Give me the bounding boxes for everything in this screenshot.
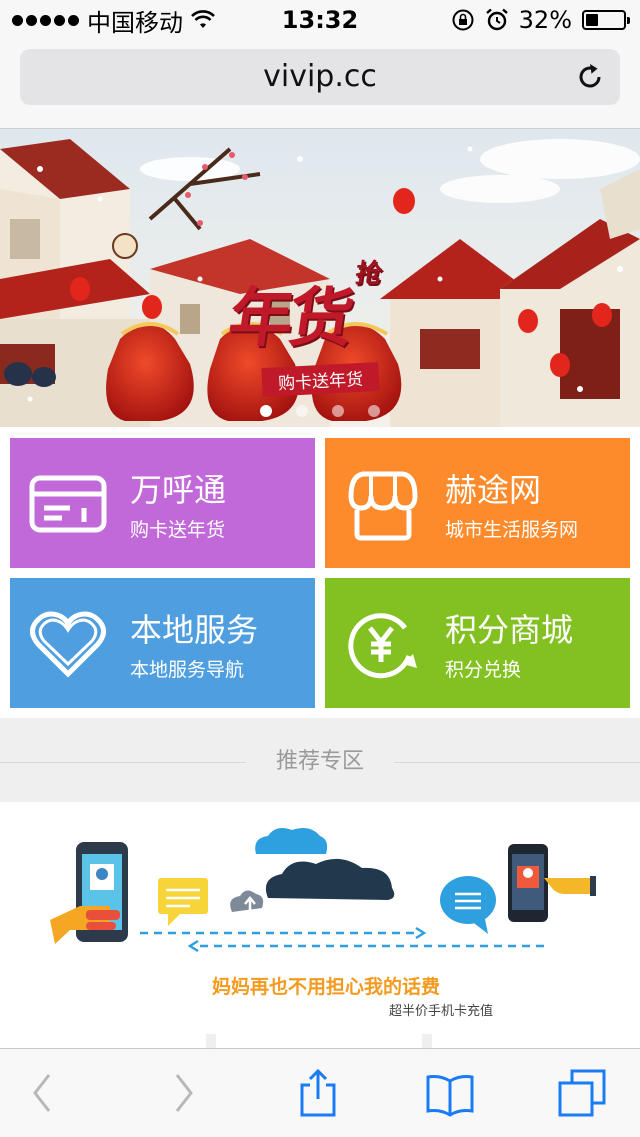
tile-points-mall[interactable]: 积分商城 积分兑换 [325,578,630,708]
rotation-lock-icon [452,9,474,31]
reload-icon[interactable] [574,61,606,93]
tabs-icon[interactable] [556,1067,608,1119]
battery-icon [582,10,630,30]
promo-caption: 妈妈再也不用担心我的话费 [212,976,441,998]
battery-percent: 32% [518,6,572,34]
alarm-icon [485,8,508,31]
bookmarks-icon[interactable] [424,1067,476,1119]
back-icon[interactable] [17,1067,69,1119]
promo-illustration [50,828,596,953]
card-icon [29,475,107,533]
browser-top-bar: vivip.cc [0,40,640,129]
address-bar[interactable]: vivip.cc [20,49,620,105]
tile-subtitle: 城市生活服务网 [445,519,579,541]
carousel-indicator[interactable] [0,405,640,417]
recommended-section-header: 推荐专区 [0,718,640,802]
section-title: 推荐专区 [246,746,394,778]
banner-carousel[interactable]: 年货 抢 购卡送年货 [0,129,640,427]
tile-hetuwang[interactable]: 赫途网 城市生活服务网 [325,438,630,568]
carousel-dot[interactable] [260,405,272,417]
tile-title: 本地服务 [130,611,259,649]
tile-title: 赫途网 [445,471,542,509]
promo-banner[interactable]: 妈妈再也不用担心我的话费 超半价手机卡充值 [0,802,640,1034]
banner-title-accent: 抢 [353,259,384,289]
status-bar: 中国移动 13:32 32% [0,0,640,40]
share-icon[interactable] [292,1067,344,1119]
tile-subtitle: 本地服务导航 [130,659,245,681]
carousel-dot[interactable] [332,405,344,417]
tile-local-services[interactable]: 本地服务 本地服务导航 [10,578,315,708]
yen-exchange-icon [348,613,417,679]
banner-subtitle: 购卡送年货 [261,361,380,398]
heart-icon [30,611,106,678]
shop-icon [348,471,418,541]
tile-title: 万呼通 [130,471,227,509]
tile-subtitle: 积分兑换 [445,659,522,681]
url-text[interactable]: vivip.cc [20,49,620,105]
forward-icon[interactable] [157,1067,209,1119]
tile-subtitle: 购卡送年货 [130,519,226,541]
promo-subcaption: 超半价手机卡充值 [389,1004,494,1019]
tile-title: 积分商城 [445,611,574,649]
banner-title: 年货 抢 [224,259,384,359]
carousel-dot[interactable] [368,405,380,417]
browser-toolbar [0,1048,640,1137]
carousel-dot[interactable] [296,405,308,417]
tile-wanhutong[interactable]: 万呼通 购卡送年货 [10,438,315,568]
battery-fill [586,14,598,26]
